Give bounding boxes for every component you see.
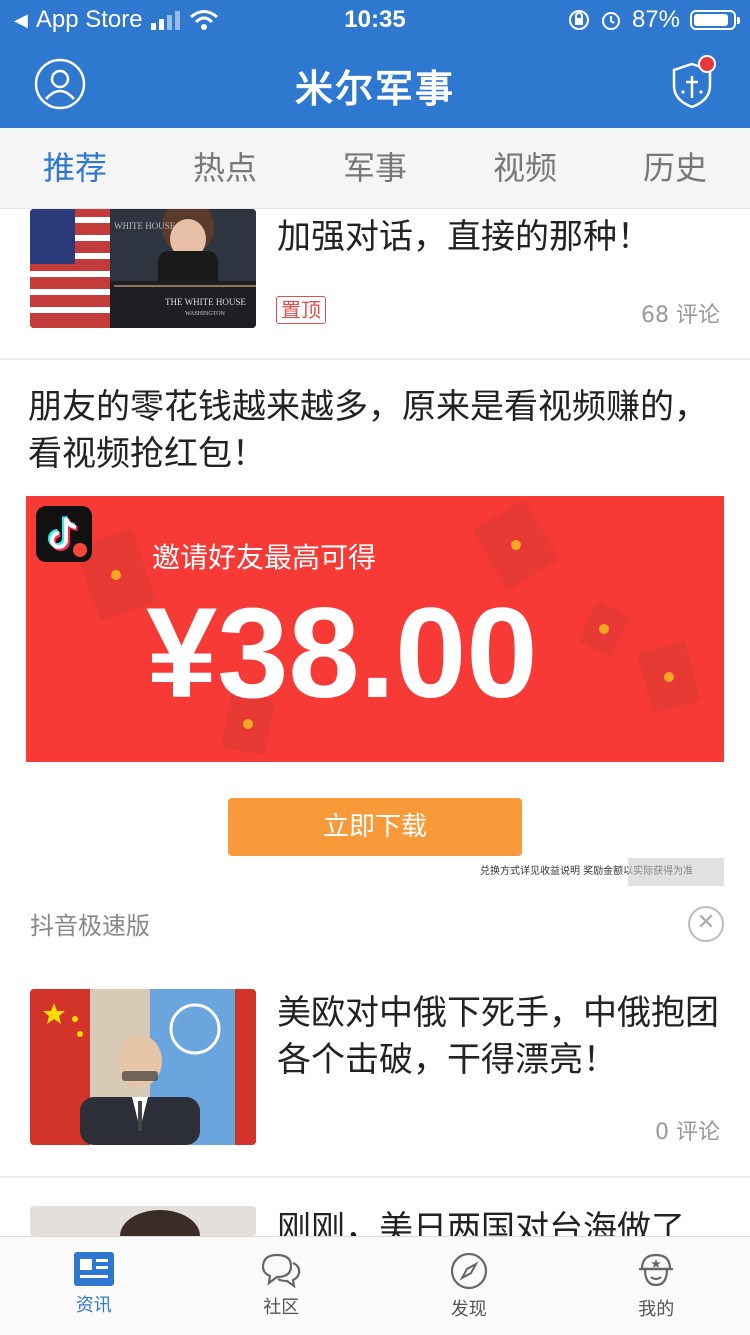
app-header: ◀ App Store 10:35 87% [0,0,750,128]
svg-text:THE WHITE HOUSE: THE WHITE HOUSE [165,297,246,307]
ad-source: 抖音极速版 [30,906,150,941]
tiktok-logo [36,506,92,562]
close-ad-button[interactable]: ✕ [688,906,724,942]
divider [0,358,750,360]
tab-history[interactable]: 历史 [600,128,750,208]
tab-recommend[interactable]: 推荐 [0,128,150,208]
nav-label: 发现 [451,1295,487,1321]
news-icon [73,1251,115,1287]
compass-icon [449,1251,489,1291]
close-icon: ✕ [697,910,715,935]
news-headline[interactable]: 刚刚，美日两国对台海做了 [277,1206,727,1236]
tiktok-note-icon [36,506,92,562]
chat-bubbles-icon [259,1251,303,1289]
alarm-icon [600,9,622,31]
category-tabs: 推荐 热点 军事 视频 历史 [0,128,750,209]
nav-discover[interactable]: 发现 [375,1237,563,1335]
news-headline[interactable]: 加强对话，直接的那种！ [277,214,727,261]
nav-label: 社区 [263,1293,299,1319]
nav-label: 我的 [638,1295,674,1321]
diplomat-press-image [30,989,256,1145]
ad-amount: ¥38.00 [146,584,538,724]
tab-hot[interactable]: 热点 [150,128,300,208]
news-thumbnail[interactable] [30,1206,256,1236]
battery-percent: 87% [632,6,680,34]
status-bar: ◀ App Store 10:35 87% [0,0,750,40]
divider [0,1176,750,1178]
nav-community[interactable]: 社区 [188,1237,376,1335]
ad-headline[interactable]: 朋友的零花钱越来越多，原来是看视频赚的，看视频抢红包！ [28,384,723,478]
battery-icon [690,10,736,30]
ad-fine-print-overlay [628,858,724,886]
tab-video[interactable]: 视频 [450,128,600,208]
ad-banner[interactable]: 邀请好友最高可得 ¥38.00 [26,496,724,762]
orientation-lock-icon [568,9,590,31]
notification-dot [698,55,716,73]
nav-label: 资讯 [76,1291,112,1317]
soldier-helmet-icon [636,1251,676,1291]
nav-mine[interactable]: 我的 [563,1237,750,1335]
svg-text:WASHINGTON: WASHINGTON [185,311,226,317]
app-title: 米尔军事 [0,58,750,113]
nav-news[interactable]: 资讯 [0,1237,188,1335]
download-button[interactable]: 立即下载 [228,798,522,856]
ad-caption: 邀请好友最高可得 [152,536,376,576]
news-thumbnail[interactable]: THE WHITE HOUSE WASHINGTON WHITE HOUSE [30,209,256,328]
news-headline[interactable]: 美欧对中俄下死手，中俄抱团各个击破，干得漂亮！ [277,990,723,1084]
pinned-badge: 置顶 [276,296,326,324]
bottom-navigation: 资讯 社区 发现 我的 [0,1236,750,1335]
comment-count[interactable]: 0 评论 [655,1114,720,1146]
shield-button[interactable] [668,60,716,110]
comment-count[interactable]: 68 评论 [641,297,720,329]
svg-text:WHITE HOUSE: WHITE HOUSE [114,221,176,231]
news-thumbnail[interactable] [30,989,256,1145]
press-briefing-image: THE WHITE HOUSE WASHINGTON WHITE HOUSE [30,209,256,328]
tab-military[interactable]: 军事 [300,128,450,208]
news-thumbnail-image [30,1206,256,1236]
status-right: 87% [568,6,736,34]
